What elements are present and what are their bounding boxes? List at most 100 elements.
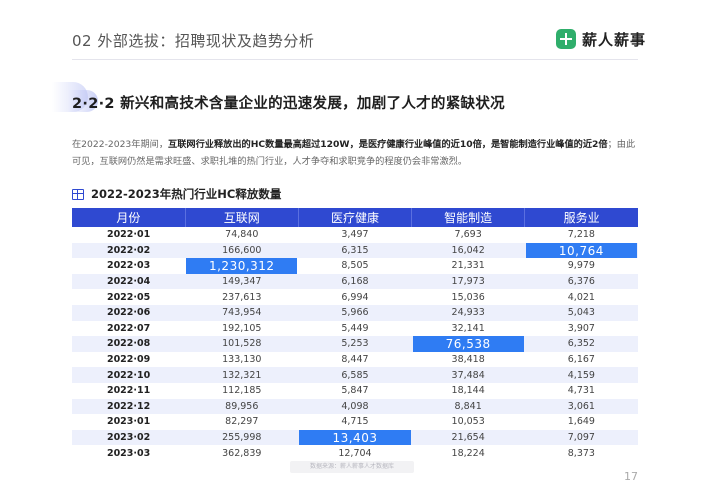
column-header: 月份 (72, 208, 186, 227)
value-cell: 24,933 (411, 304, 525, 321)
table-row: 2023·01 82,297 4,715 10,053 1,649 (72, 414, 638, 430)
table-row: 2022·07 192,105 5,449 32,141 3,907 (72, 320, 638, 337)
value-cell: 255,998 (185, 429, 299, 446)
month-cell: 2023·01 (72, 414, 186, 430)
value-cell: 8,841 (411, 398, 525, 415)
table-row: 2022·03 1,230,312 8,505 21,331 9,979 (72, 258, 638, 274)
section-title: 2·2·2 新兴和高技术含量企业的迅速发展，加剧了人才的紧缺状况 (72, 96, 505, 112)
highlighted-peak-value: 13,403 (299, 429, 411, 446)
month-cell: 2022·01 (72, 227, 186, 243)
month-cell: 2022·06 (72, 304, 186, 321)
page-number: 17 (624, 470, 638, 483)
value-cell: 5,847 (298, 382, 412, 399)
month-cell: 2022·10 (72, 367, 186, 383)
value-cell: 6,585 (298, 367, 412, 383)
value-cell: 3,061 (524, 398, 638, 415)
month-cell: 2022·11 (72, 382, 186, 399)
table-row: 2022·10 132,321 6,585 37,484 4,159 (72, 367, 638, 383)
value-cell: 166,600 (185, 242, 299, 259)
value-cell: 6,167 (524, 351, 638, 368)
table-icon (72, 188, 84, 200)
value-cell: 16,042 (411, 242, 525, 259)
value-cell: 10,053 (411, 414, 525, 430)
highlighted-peak-value: 1,230,312 (186, 258, 298, 274)
table-row: 2023·03 362,839 12,704 18,224 8,373 (72, 445, 638, 461)
value-cell: 32,141 (411, 320, 525, 337)
month-cell: 2023·03 (72, 445, 186, 461)
value-cell: 5,449 (298, 320, 412, 337)
column-header: 医疗健康 (298, 208, 413, 227)
value-cell: 8,373 (524, 445, 638, 461)
value-cell: 4,159 (524, 367, 638, 383)
value-cell: 9,979 (524, 258, 638, 274)
value-cell: 1,230,312 (185, 258, 299, 274)
month-cell: 2022·02 (72, 242, 186, 259)
table-row: 2022·04 149,347 6,168 17,973 6,376 (72, 273, 638, 290)
value-cell: 89,956 (185, 398, 299, 415)
value-cell: 8,505 (298, 258, 412, 274)
value-cell: 7,693 (411, 227, 525, 243)
table-title: 2022-2023年热门行业HC释放数量 (72, 186, 281, 202)
value-cell: 743,954 (185, 304, 299, 321)
month-cell: 2022·04 (72, 273, 186, 290)
description-paragraph: 在2022-2023年期间，互联网行业释放出的HC数量最高超过120W，是医疗健… (72, 136, 638, 170)
table-row: 2022·06 743,954 5,966 24,933 5,043 (72, 304, 638, 321)
value-cell: 1,649 (524, 414, 638, 430)
month-cell: 2023·02 (72, 429, 186, 446)
table-row: 2022·09 133,130 8,447 38,418 6,167 (72, 351, 638, 368)
value-cell: 76,538 (411, 336, 525, 352)
value-cell: 362,839 (185, 445, 299, 461)
table-title-text: 2022-2023年热门行业HC释放数量 (91, 187, 282, 201)
value-cell: 13,403 (298, 429, 412, 446)
table-row: 2022·05 237,613 6,994 15,036 4,021 (72, 289, 638, 305)
value-cell: 6,168 (298, 273, 412, 290)
column-header: 互联网 (185, 208, 299, 227)
value-cell: 6,376 (524, 273, 638, 290)
value-cell: 7,097 (524, 429, 638, 446)
value-cell: 21,654 (411, 429, 525, 446)
month-cell: 2022·07 (72, 320, 186, 337)
value-cell: 17,973 (411, 273, 525, 290)
value-cell: 5,966 (298, 304, 412, 321)
value-cell: 132,321 (185, 367, 299, 383)
value-cell: 133,130 (185, 351, 299, 368)
value-cell: 192,105 (185, 320, 299, 337)
hc-table: 月份 互联网 医疗健康 智能制造 服务业 2022·01 74,840 3,497 7,693… (72, 208, 638, 461)
value-cell: 3,907 (524, 320, 638, 337)
value-cell: 112,185 (185, 382, 299, 399)
column-header: 服务业 (524, 208, 638, 227)
value-cell: 37,484 (411, 367, 525, 383)
value-cell: 6,352 (524, 336, 638, 352)
month-cell: 2022·09 (72, 351, 186, 368)
value-cell: 18,224 (411, 445, 525, 461)
table-row: 2022·11 112,185 5,847 18,144 4,731 (72, 382, 638, 399)
value-cell: 6,315 (298, 242, 412, 259)
value-cell: 74,840 (185, 227, 299, 243)
description-emphasis: 互联网行业释放出的HC数量最高超过120W，是医疗健康行业峰值的近10倍，是智能… (168, 139, 608, 150)
highlighted-peak-value: 76,538 (412, 336, 524, 352)
value-cell: 149,347 (185, 273, 299, 290)
value-cell: 21,331 (411, 258, 525, 274)
table-row: 2022·01 74,840 3,497 7,693 7,218 (72, 227, 638, 243)
column-header: 智能制造 (411, 208, 526, 227)
header-divider (72, 59, 638, 60)
month-cell: 2022·03 (72, 258, 186, 274)
header-title: 02 外部选拔：招聘现状及趋势分析 (72, 32, 315, 50)
highlighted-peak-value: 10,764 (525, 242, 637, 259)
month-cell: 2022·08 (72, 336, 186, 352)
value-cell: 7,218 (524, 227, 638, 243)
table-row: 2022·12 89,956 4,098 8,841 3,061 (72, 398, 638, 415)
table-body: 2022·01 74,840 3,497 7,693 7,218 2022·02 166,6… (72, 227, 638, 461)
source-note: 数据来源：薪人薪事人才数据库 (290, 461, 414, 473)
value-cell: 82,297 (185, 414, 299, 430)
table-row: 2022·02 166,600 6,315 16,042 10,764 (72, 242, 638, 259)
page-header: 02 外部选拔：招聘现状及趋势分析 薪人薪事 (0, 0, 710, 60)
value-cell: 12,704 (298, 445, 412, 461)
table-row: 2023·02 255,998 13,403 21,654 7,097 (72, 429, 638, 446)
value-cell: 15,036 (411, 289, 525, 305)
value-cell: 4,715 (298, 414, 412, 430)
value-cell: 237,613 (185, 289, 299, 305)
value-cell: 5,253 (298, 336, 412, 352)
value-cell: 5,043 (524, 304, 638, 321)
description-text: 在2022-2023年期间， (72, 139, 169, 150)
